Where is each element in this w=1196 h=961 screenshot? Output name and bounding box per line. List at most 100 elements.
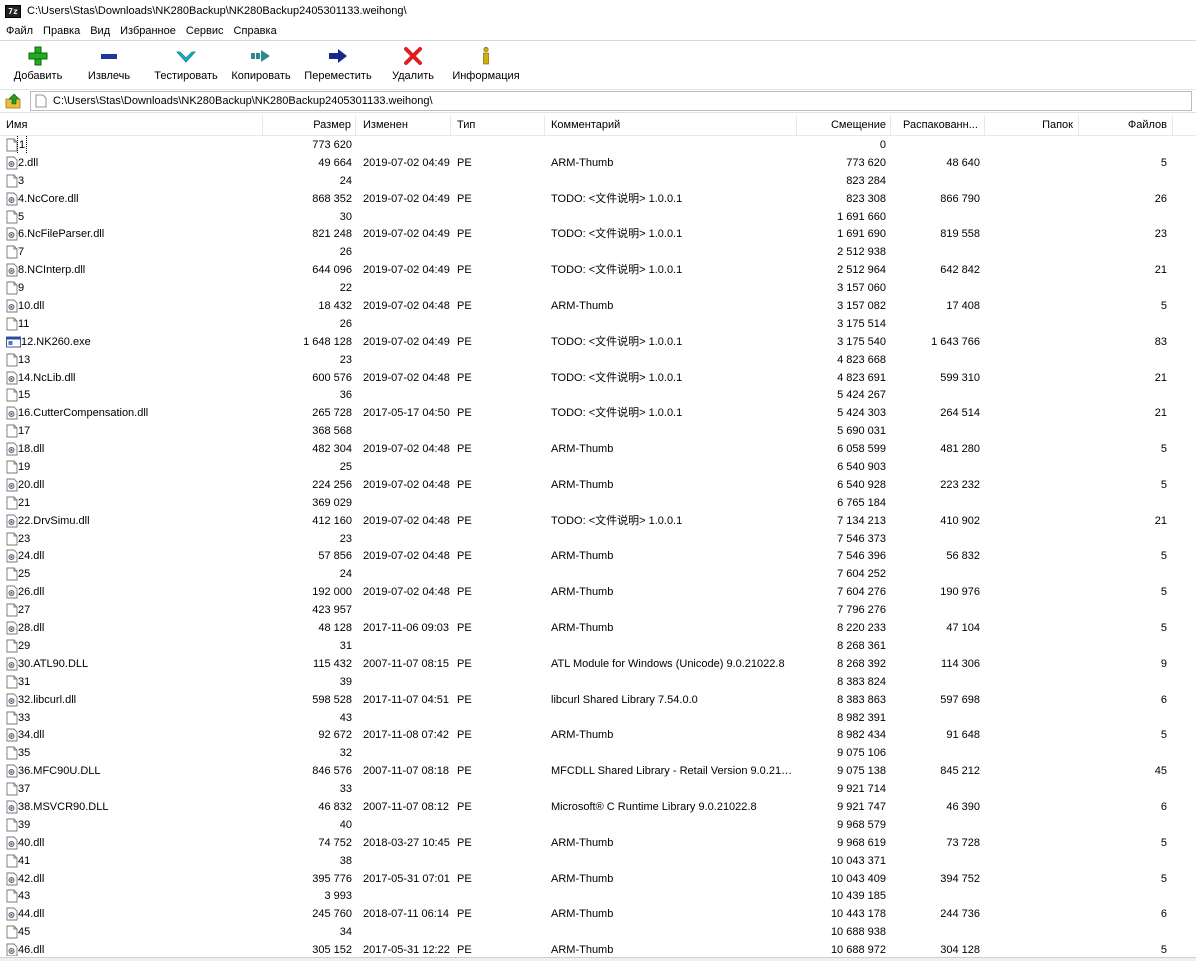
menu-edit[interactable]: Правка <box>38 25 85 37</box>
table-row[interactable]: 45 34 10 688 938 <box>0 923 1196 941</box>
table-row[interactable]: 5 30 1 691 660 <box>0 208 1196 226</box>
file-list[interactable]: 1 773 620 0 2.dll 49 664 2019-07-02 04:49 PE AR… <box>0 136 1196 956</box>
file-count <box>1077 279 1167 297</box>
table-row[interactable]: 15 36 5 424 267 <box>0 386 1196 404</box>
window-title: C:\Users\Stas\Downloads\NK280Backup\NK28… <box>27 5 407 17</box>
table-row[interactable]: 2.dll 49 664 2019-07-02 04:49 PE ARM-Thumb 77… <box>0 154 1196 172</box>
menu-view[interactable]: Вид <box>85 25 115 37</box>
file-modified: 2019-07-02 04:48 <box>363 371 450 384</box>
table-row[interactable]: 42.dll 395 776 2017-05-31 07:01 PE ARM-Thumb… <box>0 870 1196 888</box>
table-row[interactable]: 9 22 3 157 060 <box>0 279 1196 297</box>
col-modified[interactable]: Изменен <box>356 115 451 135</box>
table-row[interactable]: 19 25 6 540 903 <box>0 458 1196 476</box>
table-row[interactable]: 41 38 10 043 371 <box>0 852 1196 870</box>
table-row[interactable]: 25 24 7 604 252 <box>0 565 1196 583</box>
table-row[interactable]: 18.dll 482 304 2019-07-02 04:48 PE ARM-Thumb… <box>0 440 1196 458</box>
file-size: 49 664 <box>318 156 352 169</box>
table-row[interactable]: 11 26 3 175 514 <box>0 315 1196 333</box>
table-row[interactable]: 31 39 8 383 824 <box>0 673 1196 691</box>
file-unpacked: 481 280 <box>940 443 980 456</box>
add-button[interactable]: Добавить <box>12 41 64 89</box>
delete-button[interactable]: Удалить <box>390 41 436 89</box>
file-count <box>1077 709 1167 727</box>
file-folders <box>984 172 1075 190</box>
file-modified: 2019-07-02 04:49 <box>363 156 450 169</box>
file-modified: 2017-11-06 09:03 <box>363 622 450 635</box>
file-size: 18 432 <box>318 300 352 313</box>
table-row[interactable]: 20.dll 224 256 2019-07-02 04:48 PE ARM-Thumb… <box>0 476 1196 494</box>
menu-help[interactable]: Справка <box>229 25 282 37</box>
menu-file[interactable]: Файл <box>0 25 38 37</box>
table-row[interactable]: 21 369 029 6 765 184 <box>0 494 1196 512</box>
file-folders <box>984 852 1075 870</box>
table-row[interactable]: 24.dll 57 856 2019-07-02 04:48 PE ARM-Thumb 7… <box>0 547 1196 565</box>
table-row[interactable]: 38.MSVCR90.DLL 46 832 2007-11-07 08:12 PE Mi… <box>0 798 1196 816</box>
col-offset[interactable]: Смещение <box>797 115 891 135</box>
table-row[interactable]: 43 3 993 10 439 185 <box>0 887 1196 905</box>
table-row[interactable]: 4.NcCore.dll 868 352 2019-07-02 04:49 PE TOD… <box>0 190 1196 208</box>
table-row[interactable]: 12.NK260.exe 1 648 128 2019-07-02 04:49 PE T… <box>0 333 1196 351</box>
table-row[interactable]: 29 31 8 268 361 <box>0 637 1196 655</box>
table-row[interactable]: 1 773 620 0 <box>0 136 1196 154</box>
col-size[interactable]: Размер <box>263 115 356 135</box>
col-folders[interactable]: Папок <box>985 115 1079 135</box>
table-row[interactable]: 8.NCInterp.dll 644 096 2019-07-02 04:49 PE T… <box>0 261 1196 279</box>
file-offset: 8 383 863 <box>837 693 886 706</box>
file-type <box>457 422 545 440</box>
file-count <box>1077 351 1167 369</box>
col-name[interactable]: Имя <box>0 115 263 135</box>
table-row[interactable]: 30.ATL90.DLL 115 432 2007-11-07 08:15 PE ATL… <box>0 655 1196 673</box>
table-row[interactable]: 37 33 9 921 714 <box>0 780 1196 798</box>
table-row[interactable]: 17 368 568 5 690 031 <box>0 422 1196 440</box>
col-unpacked[interactable]: Распакованн... <box>891 115 985 135</box>
file-count: 5 <box>1160 443 1167 456</box>
table-row[interactable]: 39 40 9 968 579 <box>0 816 1196 834</box>
table-row[interactable]: 40.dll 74 752 2018-03-27 10:45 PE ARM-Thumb 9… <box>0 834 1196 852</box>
table-row[interactable]: 32.libcurl.dll 598 528 2017-11-07 04:51 PE l… <box>0 691 1196 709</box>
table-row[interactable]: 13 23 4 823 668 <box>0 351 1196 369</box>
table-row[interactable]: 35 32 9 075 106 <box>0 744 1196 762</box>
file-unpacked: 819 558 <box>940 228 980 241</box>
table-row[interactable]: 10.dll 18 432 2019-07-02 04:48 PE ARM-Thumb 3… <box>0 297 1196 315</box>
menu-tools[interactable]: Сервис <box>181 25 229 37</box>
table-row[interactable]: 34.dll 92 672 2017-11-08 07:42 PE ARM-Thumb 8… <box>0 726 1196 744</box>
col-comment[interactable]: Комментарий <box>545 115 797 135</box>
file-name: 18.dll <box>18 443 45 456</box>
test-button[interactable]: Тестировать <box>154 41 218 89</box>
table-row[interactable]: 6.NcFileParser.dll 821 248 2019-07-02 04:4… <box>0 225 1196 243</box>
file-name: 38.MSVCR90.DLL <box>18 800 109 813</box>
file-count: 5 <box>1160 944 1167 956</box>
dll-file-icon <box>6 442 18 456</box>
file-folders <box>984 494 1075 512</box>
dll-file-icon <box>6 800 18 814</box>
table-row[interactable]: 44.dll 245 760 2018-07-11 06:14 PE ARM-Thumb… <box>0 905 1196 923</box>
extract-button[interactable]: Извлечь <box>86 41 132 89</box>
file-type: PE <box>457 908 472 921</box>
folder-up-button[interactable] <box>4 92 24 110</box>
address-input[interactable]: C:\Users\Stas\Downloads\NK280Backup\NK28… <box>30 91 1192 111</box>
table-row[interactable]: 14.NcLib.dll 600 576 2019-07-02 04:48 PE TOD… <box>0 369 1196 387</box>
table-row[interactable]: 26.dll 192 000 2019-07-02 04:48 PE ARM-Thumb… <box>0 583 1196 601</box>
file-comment: ARM-Thumb <box>551 836 614 849</box>
file-comment <box>551 637 795 655</box>
table-row[interactable]: 33 43 8 982 391 <box>0 709 1196 727</box>
move-button[interactable]: Переместить <box>304 41 372 89</box>
table-row[interactable]: 22.DrvSimu.dll 412 160 2019-07-02 04:48 PE T… <box>0 512 1196 530</box>
table-row[interactable]: 16.CutterCompensation.dll 265 728 2017-05-… <box>0 404 1196 422</box>
table-row[interactable]: 46.dll 305 152 2017-05-31 12:22 PE ARM-Thumb… <box>0 941 1196 956</box>
copy-button[interactable]: Копировать <box>230 41 292 89</box>
table-row[interactable]: 36.MFC90U.DLL 846 576 2007-11-07 08:18 PE MF… <box>0 762 1196 780</box>
table-row[interactable]: 23 23 7 546 373 <box>0 530 1196 548</box>
table-row[interactable]: 28.dll 48 128 2017-11-06 09:03 PE ARM-Thumb 8… <box>0 619 1196 637</box>
col-files[interactable]: Файлов <box>1079 115 1173 135</box>
status-bar <box>0 957 1196 961</box>
col-type[interactable]: Тип <box>451 115 545 135</box>
file-comment: ARM-Thumb <box>551 300 614 313</box>
info-button[interactable]: Информация <box>452 41 520 89</box>
table-row[interactable]: 7 26 2 512 938 <box>0 243 1196 261</box>
file-offset: 9 921 747 <box>837 800 886 813</box>
copy-button-label: Копировать <box>231 70 291 82</box>
menu-favorites[interactable]: Избранное <box>115 25 181 37</box>
table-row[interactable]: 3 24 823 284 <box>0 172 1196 190</box>
table-row[interactable]: 27 423 957 7 796 276 <box>0 601 1196 619</box>
